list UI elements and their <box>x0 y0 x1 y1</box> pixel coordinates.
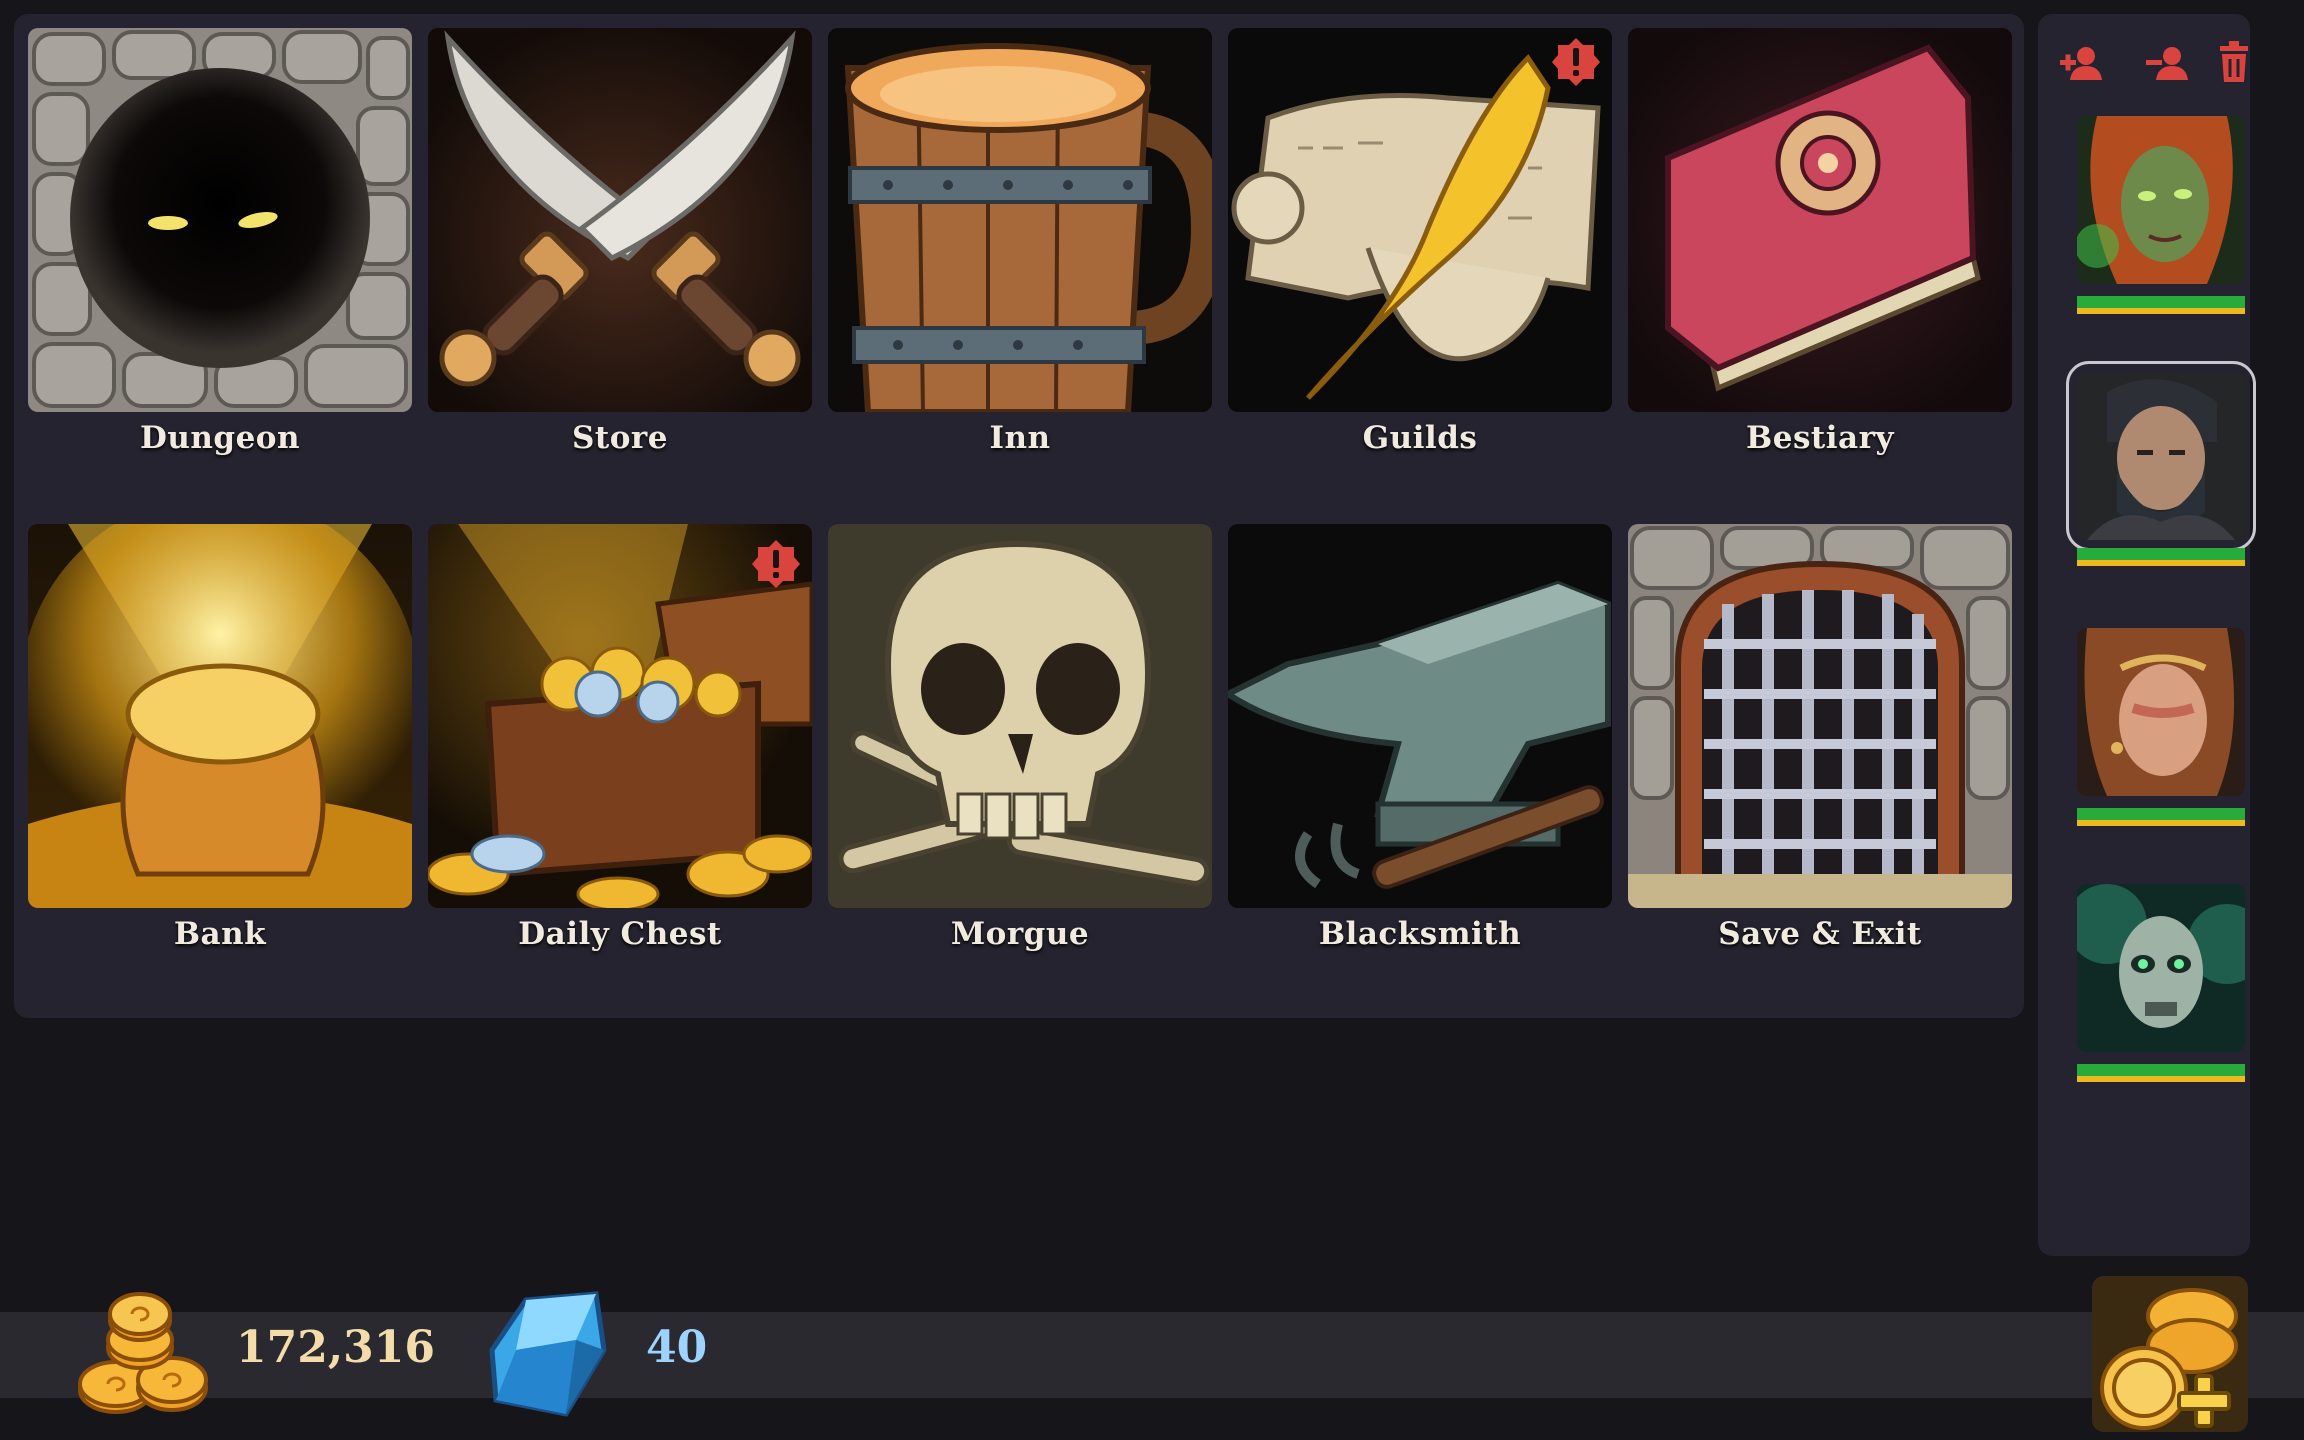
gem-icon <box>489 1291 607 1417</box>
hero-slot[interactable] <box>2077 628 2245 826</box>
alert-badge-icon <box>1552 38 1600 86</box>
hero-slot[interactable] <box>2077 884 2245 1082</box>
delete-icon[interactable] <box>2214 38 2254 86</box>
gold-amount: 172,316 <box>236 1322 436 1373</box>
portcullis-icon <box>1628 524 2012 908</box>
hero-portrait-4 <box>2077 884 2245 1052</box>
location-bestiary[interactable]: Bestiary <box>1628 28 2012 456</box>
hero-slot[interactable] <box>2077 116 2245 314</box>
party-panel <box>2038 14 2256 1256</box>
anvil-icon <box>1228 524 1612 908</box>
location-label: Bestiary <box>1746 420 1894 456</box>
book-icon <box>1628 28 2012 412</box>
locations-panel: Dungeon Store Inn Guilds Bestiary Bank D… <box>14 14 2024 1018</box>
location-bank[interactable]: Bank <box>28 524 412 952</box>
crossed-daggers-icon <box>428 28 812 412</box>
hero-health-bar <box>2077 296 2245 314</box>
location-label: Bank <box>173 916 267 952</box>
hp-bar <box>2077 548 2245 560</box>
tankard-icon <box>828 28 1212 412</box>
location-store[interactable]: Store <box>428 28 812 456</box>
location-label: Store <box>572 420 668 456</box>
add-hero-icon[interactable] <box>2058 40 2106 88</box>
hero-health-bar <box>2077 808 2245 826</box>
gold-sack-icon <box>28 524 412 908</box>
hp-bar <box>2077 1064 2245 1076</box>
location-label: Blacksmith <box>1318 916 1522 952</box>
location-label: Morgue <box>950 916 1090 952</box>
location-dungeon[interactable]: Dungeon <box>28 28 412 456</box>
buy-gold-icon <box>2092 1276 2248 1432</box>
hero-portrait-2 <box>2077 372 2245 540</box>
location-guilds[interactable]: Guilds <box>1228 28 1612 456</box>
location-blacksmith[interactable]: Blacksmith <box>1228 524 1612 952</box>
remove-hero-icon[interactable] <box>2144 40 2192 88</box>
hero-slot[interactable] <box>2066 361 2256 566</box>
location-label: Inn <box>989 420 1051 456</box>
location-inn[interactable]: Inn <box>828 28 1212 456</box>
location-morgue[interactable]: Morgue <box>828 524 1212 952</box>
hero-portrait-1 <box>2077 116 2245 284</box>
location-label: Dungeon <box>139 420 301 456</box>
location-daily-chest[interactable]: Daily Chest <box>428 524 812 952</box>
mana-bar <box>2077 820 2245 826</box>
hero-health-bar <box>2077 1064 2245 1082</box>
hero-portrait-3 <box>2077 628 2245 796</box>
location-save-exit[interactable]: Save & Exit <box>1628 524 2012 952</box>
mana-bar <box>2077 308 2245 314</box>
location-label: Save & Exit <box>1718 916 1922 952</box>
buy-gold-button[interactable] <box>2092 1276 2248 1432</box>
location-label: Daily Chest <box>518 916 722 952</box>
hp-bar <box>2077 808 2245 820</box>
gold-coins-icon <box>78 1292 208 1414</box>
location-label: Guilds <box>1362 420 1478 456</box>
mana-bar <box>2077 1076 2245 1082</box>
gem-amount: 40 <box>646 1322 708 1373</box>
alert-badge-icon <box>752 540 800 588</box>
hp-bar <box>2077 296 2245 308</box>
mana-bar <box>2077 560 2245 566</box>
skull-icon <box>828 524 1212 908</box>
dungeon-cave-icon <box>28 28 412 412</box>
hero-health-bar <box>2077 548 2245 566</box>
